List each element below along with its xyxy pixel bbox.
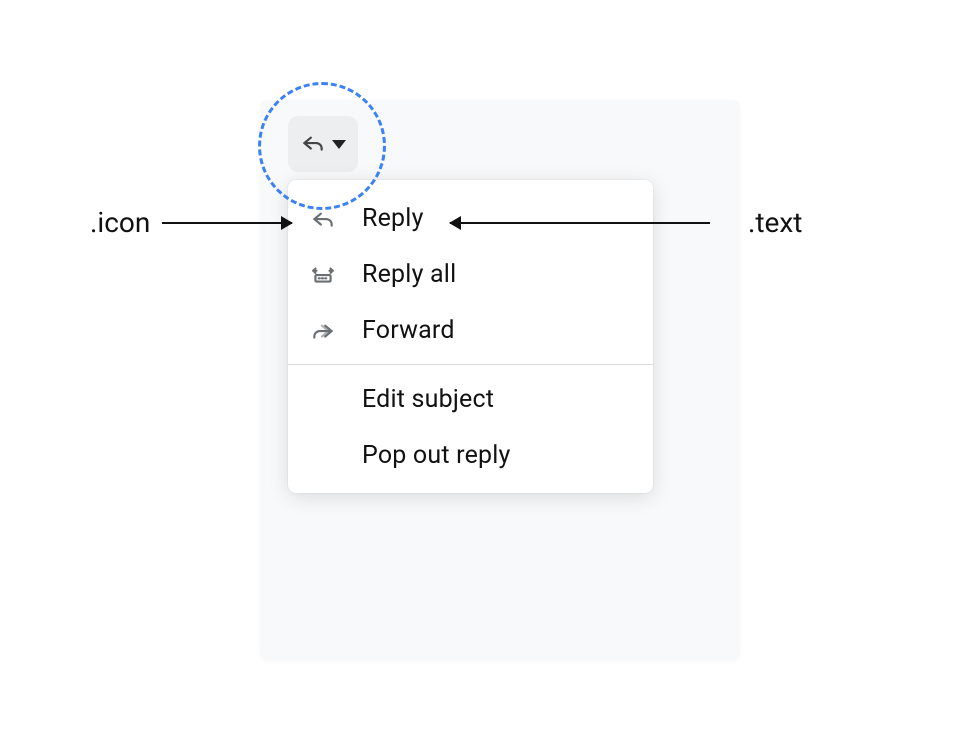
menu-item-edit-subject[interactable]: Edit subject <box>288 371 653 427</box>
menu-item-label: Forward <box>362 316 455 345</box>
annotation-icon-pointer: .icon <box>90 206 292 239</box>
reply-dropdown-button[interactable] <box>288 116 358 172</box>
reply-icon <box>310 205 362 231</box>
annotation-label: .text <box>748 206 802 239</box>
chevron-down-icon <box>332 140 346 149</box>
menu-item-label: Reply all <box>362 260 456 289</box>
forward-icon <box>310 317 362 343</box>
menu-item-label: Pop out reply <box>362 441 511 470</box>
annotation-text-pointer: .text <box>450 206 802 239</box>
reply-icon <box>300 129 326 159</box>
menu-item-pop-out-reply[interactable]: Pop out reply <box>288 427 653 483</box>
reply-all-icon <box>310 261 362 287</box>
menu-separator <box>288 364 653 365</box>
menu-item-label: Reply <box>362 204 424 233</box>
menu-item-forward[interactable]: Forward <box>288 302 653 358</box>
annotation-label: .icon <box>90 206 150 239</box>
menu-item-label: Edit subject <box>362 385 494 414</box>
menu-item-reply-all[interactable]: Reply all <box>288 246 653 302</box>
